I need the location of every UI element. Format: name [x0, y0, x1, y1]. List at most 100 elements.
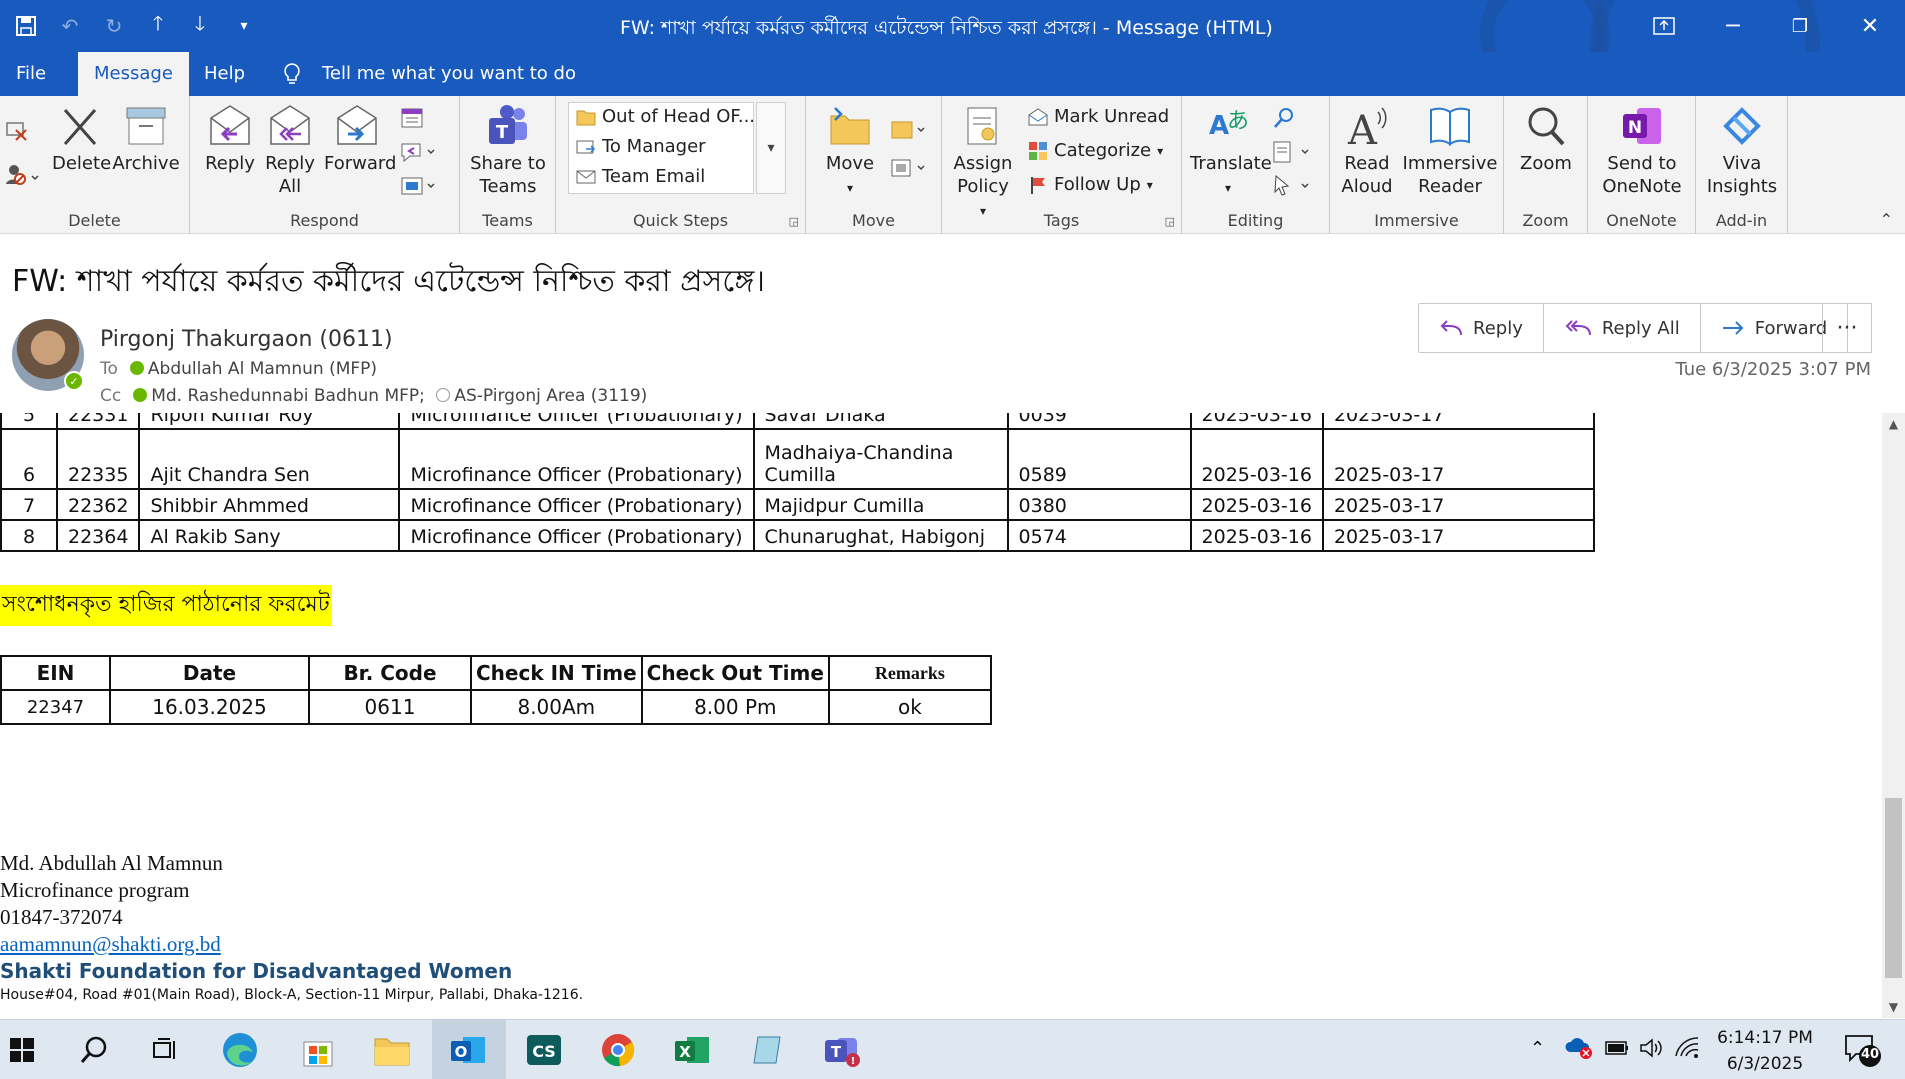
zoom-group: Zoom Zoom	[1504, 96, 1588, 234]
table-cell: Shibbir Ahmmed	[138, 488, 401, 521]
reply-button[interactable]: Reply	[204, 104, 256, 175]
actions-icon[interactable]	[890, 156, 930, 184]
notification-center-icon[interactable]: 40	[1840, 1032, 1884, 1068]
microsoft-store-icon[interactable]	[296, 1028, 340, 1072]
junk-icon[interactable]	[4, 162, 40, 190]
archive-button[interactable]: Archive	[112, 104, 180, 175]
teams-taskbar-icon[interactable]: T!	[820, 1028, 864, 1072]
notepad-icon[interactable]	[746, 1028, 790, 1072]
scroll-down-icon[interactable]: ▼	[1882, 996, 1905, 1018]
reply-arrow-icon	[1440, 320, 1462, 336]
search-icon[interactable]	[72, 1028, 116, 1072]
reply-all-action-button[interactable]: Reply All	[1544, 304, 1701, 352]
tab-help[interactable]: Help	[188, 52, 261, 96]
forward-button[interactable]: Forward	[324, 104, 396, 175]
save-icon[interactable]	[12, 12, 40, 40]
cc-recipient[interactable]: Md. Rashedunnabi Badhun MFP;	[151, 386, 425, 406]
customize-toolbar-icon[interactable]: ▾	[230, 12, 258, 40]
message-date: Tue 6/3/2025 3:07 PM	[1675, 359, 1871, 380]
scrollbar-thumb[interactable]	[1885, 798, 1902, 978]
quick-steps-label: Quick Steps	[632, 211, 729, 230]
windows-start-icon[interactable]	[0, 1028, 44, 1072]
next-item-icon[interactable]: 🡓	[186, 11, 214, 40]
system-clock[interactable]: 6:14:17 PM 6/3/2025	[1710, 1025, 1820, 1077]
minimize-icon[interactable]: ─	[1713, 8, 1753, 44]
to-recipient[interactable]: Abdullah Al Mamnun (MFP)	[148, 359, 377, 379]
tab-message[interactable]: Message	[78, 52, 189, 96]
mark-unread-button[interactable]: Mark Unread	[1028, 106, 1169, 127]
task-view-icon[interactable]	[144, 1028, 188, 1072]
select-icon[interactable]	[1272, 174, 1316, 202]
meeting-icon[interactable]	[400, 106, 426, 134]
cs-app-icon[interactable]: CS	[522, 1028, 566, 1072]
show-hidden-icons-icon[interactable]: ⌃	[1530, 1038, 1545, 1059]
undo-icon[interactable]: ↶	[56, 12, 84, 40]
svg-text:N: N	[1628, 118, 1642, 138]
scroll-up-icon[interactable]: ▲	[1882, 413, 1905, 435]
quick-steps-expand-icon[interactable]: ▾	[756, 102, 786, 194]
ribbon-display-icon[interactable]	[1644, 8, 1684, 44]
sender-name[interactable]: Pirgonj Thakurgaon (0611)	[100, 327, 393, 352]
quick-step-out-of-head[interactable]: Out of Head OF...	[576, 106, 755, 127]
chrome-icon[interactable]	[596, 1028, 640, 1072]
vertical-scrollbar[interactable]: ▲ ▼	[1882, 413, 1905, 1018]
presence-available-icon	[133, 388, 148, 402]
move-folder-icon	[830, 107, 870, 145]
more-respond-icon[interactable]	[400, 174, 438, 202]
folder-icon	[576, 110, 596, 125]
redo-icon[interactable]: ↻	[100, 12, 128, 40]
respond-group: Reply Reply All Forward Respond	[190, 96, 460, 234]
onenote-group: N Send to OneNote OneNote	[1588, 96, 1696, 234]
clock-time: 6:14:17 PM	[1717, 1028, 1813, 1048]
dialog-launcher-icon[interactable]: ◲	[789, 215, 799, 228]
addin-group: Viva Insights Add-in	[1696, 96, 1788, 234]
tab-file[interactable]: File	[0, 52, 62, 96]
quick-step-to-manager[interactable]: To Manager	[576, 136, 706, 157]
more-actions-button[interactable]: ···	[1822, 303, 1872, 353]
battery-icon[interactable]	[1604, 1036, 1630, 1064]
reply-all-button[interactable]: Reply All	[264, 104, 316, 198]
collapse-ribbon-icon[interactable]: ⌃	[1880, 210, 1893, 229]
follow-up-button[interactable]: Follow Up ▾	[1028, 174, 1153, 195]
related-icon[interactable]	[1272, 140, 1316, 168]
previous-item-icon[interactable]: 🡑	[144, 11, 172, 40]
svg-text:!: !	[851, 1056, 856, 1067]
dialog-launcher-icon[interactable]: ◲	[1165, 215, 1175, 228]
edge-browser-icon[interactable]	[218, 1028, 262, 1072]
immersive-reader-button[interactable]: Immersive Reader	[1402, 104, 1498, 198]
file-explorer-icon[interactable]	[370, 1028, 414, 1072]
table-cell: 22335	[55, 428, 141, 490]
find-icon[interactable]	[1272, 106, 1296, 134]
close-icon[interactable]: ✕	[1850, 8, 1890, 44]
table-cell: Majidpur Cumilla	[752, 488, 1009, 521]
reply-action-button[interactable]: Reply	[1419, 304, 1544, 352]
im-reply-icon[interactable]	[400, 140, 438, 168]
quick-step-team-email[interactable]: Team Email	[576, 166, 705, 187]
onedrive-error-icon[interactable]	[1564, 1034, 1594, 1064]
restore-icon[interactable]: ❐	[1780, 8, 1820, 44]
translate-button[interactable]: Aあ Translate ▾	[1190, 104, 1272, 200]
presence-available-icon	[129, 361, 144, 375]
forward-mail-icon	[576, 140, 596, 153]
categorize-button[interactable]: Categorize ▾	[1028, 140, 1163, 161]
ignore-icon[interactable]	[4, 118, 28, 146]
rules-icon[interactable]	[890, 118, 930, 146]
read-aloud-button[interactable]: A Read Aloud	[1338, 104, 1396, 198]
send-to-onenote-button[interactable]: N Send to OneNote	[1596, 104, 1688, 198]
share-to-teams-button[interactable]: T Share to Teams	[468, 104, 548, 198]
zoom-button[interactable]: Zoom	[1516, 104, 1576, 175]
message-subject: FW: শাখা পর্যায়ে কর্মরত কর্মীদের এটেন্ড…	[12, 264, 765, 299]
table-row: 8 22364 Al Rakib Sany Microfinance Offic…	[0, 519, 1595, 552]
excel-icon[interactable]: X	[670, 1028, 714, 1072]
signature-email-link[interactable]: aamamnun@shakti.org.bd	[0, 931, 583, 958]
cc-recipient[interactable]: AS-Pirgonj Area (3119)	[454, 386, 647, 406]
delete-button[interactable]: Delete	[52, 104, 111, 175]
tell-me-search[interactable]: Tell me what you want to do	[322, 52, 576, 96]
move-button[interactable]: Move ▾	[820, 104, 880, 200]
outlook-icon[interactable]: O	[446, 1028, 490, 1072]
message-header: FW: শাখা পর্যায়ে কর্মরত কর্মীদের এটেন্ড…	[0, 235, 1905, 413]
wifi-icon[interactable]	[1674, 1036, 1700, 1064]
assign-policy-button[interactable]: Assign Policy ▾	[952, 104, 1014, 223]
viva-insights-button[interactable]: Viva Insights	[1704, 104, 1780, 198]
volume-icon[interactable]	[1638, 1036, 1664, 1064]
